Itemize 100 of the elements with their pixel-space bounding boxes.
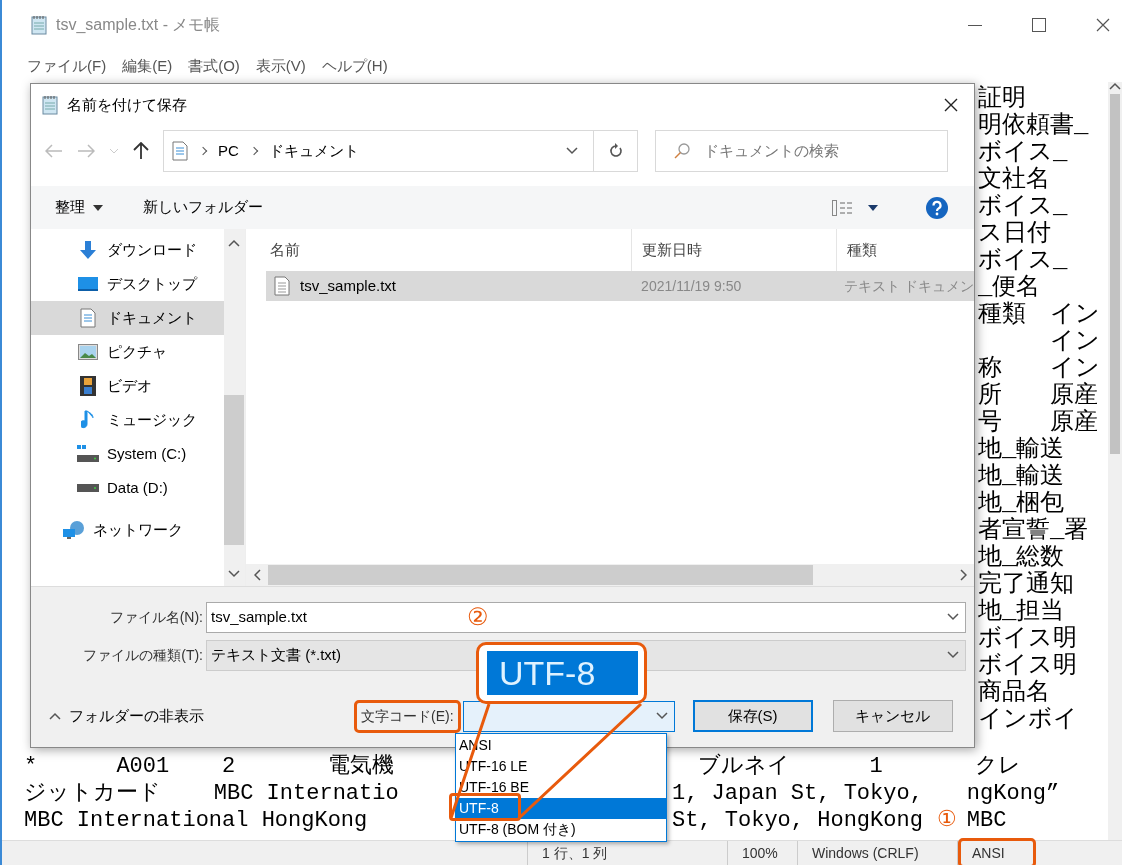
text-line: 証明 <box>978 85 1026 112</box>
document-icon <box>80 308 96 328</box>
file-modified: 2021/11/19 9:50 <box>640 276 743 296</box>
menu-item[interactable]: 表示(V) <box>255 54 306 78</box>
scroll-right-icon[interactable] <box>959 569 967 581</box>
text-line: 者宣誓_署 <box>978 517 1090 544</box>
dialog-button[interactable]: キャンセル <box>832 700 953 732</box>
text-line: 地_梱包 <box>978 490 1066 517</box>
scroll-up-icon <box>1109 82 1121 90</box>
scroll-left-icon[interactable] <box>253 569 261 581</box>
search-icon <box>674 143 690 159</box>
status-item: ANSI <box>957 840 1047 865</box>
down-arrow-icon <box>78 240 98 260</box>
document-icon <box>172 141 188 161</box>
scrollbar-thumb[interactable] <box>268 565 814 585</box>
dialog-button[interactable]: 保存(S) <box>692 700 813 732</box>
text-line: ボイス_ <box>978 247 1069 274</box>
chevron-down-icon <box>947 613 959 621</box>
nav-item[interactable]: ドキュメント <box>31 301 224 335</box>
chevron-down-icon <box>655 712 668 720</box>
monitor-icon <box>78 276 98 292</box>
field-label: ファイル名(N): <box>108 607 204 627</box>
breadcrumb-item[interactable]: ドキュメント <box>268 139 359 163</box>
notepad-icon <box>41 95 59 115</box>
encoding-option[interactable]: UTF-8 (BOM 付き) <box>456 819 666 840</box>
nav-item[interactable]: デスクトップ <box>31 267 224 301</box>
up-arrow-icon[interactable] <box>133 142 149 160</box>
view-list-icon[interactable] <box>832 199 854 216</box>
menu-item[interactable]: ファイル(F) <box>27 54 107 78</box>
status-item: 100% <box>727 840 797 865</box>
landscape-image-icon <box>78 344 98 360</box>
dialog-title: 名前を付けて保存 <box>67 94 187 115</box>
menu-item[interactable]: ヘルプ(H) <box>321 54 388 78</box>
text-line: 1, Japan St, Tokyo, <box>672 780 923 807</box>
text-file-icon <box>274 276 291 296</box>
text-line: 完了通知 <box>978 571 1075 598</box>
scroll-down-icon <box>228 570 241 578</box>
caret-icon <box>93 204 103 211</box>
nav-item[interactable]: ピクチャ <box>31 335 224 369</box>
hide-folders-button[interactable]: フォルダーの非表示 <box>49 704 204 728</box>
encoding-label: 文字コード(E): <box>354 699 461 733</box>
text-line: ボイス_ <box>978 139 1069 166</box>
encoding-option[interactable]: UTF-8 <box>456 798 666 819</box>
chevron-up-icon <box>49 712 61 720</box>
organize-button[interactable]: 整理 <box>55 196 103 219</box>
notepad-icon <box>30 15 48 35</box>
file-type: テキスト ドキュメン <box>843 276 974 296</box>
menu-item[interactable]: 書式(O) <box>188 54 240 78</box>
text-line: 称 イン <box>978 355 1100 382</box>
text-line: 号 原産 <box>978 409 1099 436</box>
text-line: ボイス_ <box>978 193 1069 220</box>
text-line: ジットカード MBC Internatio <box>23 780 400 807</box>
address-bar[interactable]: PC ドキュメント <box>163 130 638 172</box>
text-line: ボイス明 <box>978 625 1078 652</box>
text-line: 明依頼書_ <box>978 112 1090 139</box>
menu-item[interactable]: 編集(E) <box>122 54 173 78</box>
close-icon[interactable] <box>1096 18 1110 32</box>
text-line: * A001 2 電気機 <box>23 753 395 780</box>
scroll-up-icon <box>228 239 241 247</box>
drive-icon <box>77 445 99 463</box>
text-line: 商品名 <box>978 679 1051 706</box>
nav-item[interactable]: ビデオ <box>31 369 224 403</box>
scrollbar-thumb[interactable] <box>224 395 245 545</box>
breadcrumb-item[interactable]: PC <box>218 139 239 163</box>
text-line: 所 原産 <box>978 382 1099 409</box>
nav-item[interactable]: Data (D:) <box>31 471 224 505</box>
nav-item[interactable]: System (C:) <box>31 437 224 471</box>
close-icon[interactable] <box>944 98 958 112</box>
text-line: ngKong” <box>966 780 1060 807</box>
nav-item[interactable]: ダウンロード <box>31 233 224 267</box>
maximize-icon[interactable] <box>1032 18 1046 32</box>
column-header[interactable]: 名前 <box>246 229 632 271</box>
text-line: St, Tokyo, HongKong <box>672 807 923 834</box>
text-line: _便名 <box>978 274 1042 301</box>
refresh-icon[interactable] <box>608 143 623 159</box>
status-item: Windows (CRLF) <box>797 840 957 865</box>
music-note-icon <box>81 410 95 430</box>
film-strip-icon <box>80 376 96 396</box>
search-field[interactable]: ドキュメントの検索 <box>655 130 948 172</box>
file-row[interactable]: tsv_sample.txt 2021/11/19 9:50 テキスト ドキュメン <box>266 271 974 301</box>
text-line: MBC International HongKong <box>23 807 369 834</box>
new-folder-button[interactable]: 新しいフォルダー <box>143 196 263 219</box>
text-line: インボイ <box>978 706 1079 733</box>
nav-item[interactable]: ネットワーク <box>31 513 224 547</box>
minimize-icon[interactable] <box>968 24 982 26</box>
highlight-frame <box>449 793 521 821</box>
help-icon[interactable] <box>926 196 948 219</box>
text-line: 文社名 <box>978 166 1051 193</box>
text-line: ブルネイ 1 クレ <box>697 753 1022 780</box>
chevron-down-icon <box>566 147 578 155</box>
text-line: 地_輸送 <box>978 463 1066 490</box>
text-line: 地_輸送 <box>978 436 1066 463</box>
scrollbar-thumb[interactable] <box>1110 94 1120 454</box>
field-label: ファイルの種類(T): <box>82 645 204 665</box>
nav-item[interactable]: ミュージック <box>31 403 224 437</box>
step-number: ① <box>937 806 957 832</box>
window-title: tsv_sample.txt - メモ帳 <box>56 15 221 35</box>
caret-icon[interactable] <box>868 204 878 211</box>
file-name: tsv_sample.txt <box>300 275 396 296</box>
text-line: ス日付 <box>978 220 1052 247</box>
